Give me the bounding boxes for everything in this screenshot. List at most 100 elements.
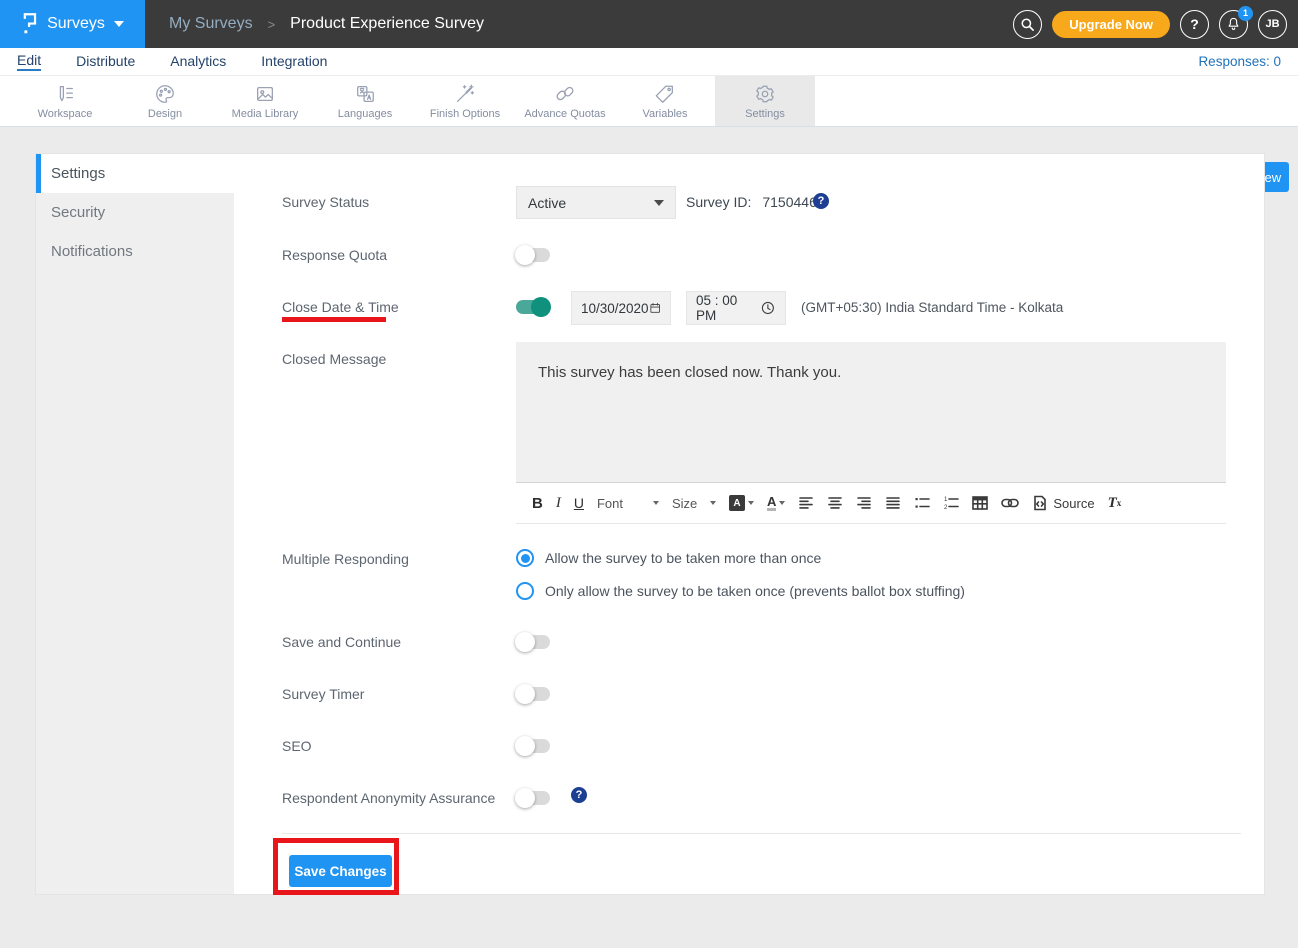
toggle-knob	[531, 297, 551, 317]
image-icon	[254, 83, 276, 105]
save-changes-button[interactable]: Save Changes	[289, 855, 392, 887]
save-and-continue-label: Save and Continue	[282, 634, 401, 650]
toggle-knob	[515, 632, 535, 652]
tab-distribute[interactable]: Distribute	[76, 53, 135, 70]
numbered-list-button[interactable]: 12	[943, 495, 959, 511]
radio-unselected-icon	[516, 582, 534, 600]
rich-text-toolbar: B I U Font Size A A 12 Source Tx	[516, 482, 1226, 524]
radio-option-once-only[interactable]: Only allow the survey to be taken once (…	[516, 582, 965, 600]
toggle-knob	[515, 788, 535, 808]
radio-selected-icon	[516, 549, 534, 567]
tool-workspace[interactable]: Workspace	[15, 76, 115, 126]
response-quota-toggle[interactable]	[516, 248, 550, 262]
questionpro-logo-icon	[21, 11, 38, 37]
notification-badge: 1	[1238, 6, 1253, 21]
close-date-time-toggle[interactable]	[516, 300, 550, 314]
survey-id-label: Survey ID:	[686, 194, 751, 210]
closed-message-editor: This survey has been closed now. Thank y…	[516, 342, 1226, 524]
close-time-field[interactable]: 05 : 00 PM	[686, 291, 786, 325]
respondent-anonymity-help-icon[interactable]: ?	[571, 787, 587, 803]
underline-button[interactable]: U	[574, 495, 584, 511]
clock-icon	[760, 300, 776, 316]
tool-variables[interactable]: Variables	[615, 76, 715, 126]
link-icon	[1001, 498, 1019, 508]
svg-text:1: 1	[944, 497, 948, 503]
search-icon	[1020, 17, 1035, 32]
survey-id-value: 7150446	[762, 194, 817, 210]
survey-id-help-icon[interactable]: ?	[813, 193, 829, 209]
chevron-down-icon	[779, 501, 785, 505]
size-dropdown[interactable]: Size	[672, 496, 716, 511]
tool-languages[interactable]: Languages	[315, 76, 415, 126]
avatar-initials: JB	[1265, 18, 1279, 30]
seo-toggle[interactable]	[516, 739, 550, 753]
italic-button[interactable]: I	[556, 495, 561, 512]
survey-timer-label: Survey Timer	[282, 686, 364, 702]
close-date-value: 10/30/2020	[581, 301, 649, 316]
align-right-button[interactable]	[856, 495, 872, 511]
align-left-button[interactable]	[798, 495, 814, 511]
tab-integration[interactable]: Integration	[261, 53, 327, 70]
bullet-list-button[interactable]	[914, 495, 930, 511]
survey-timer-toggle[interactable]	[516, 687, 550, 701]
search-button[interactable]	[1013, 10, 1042, 39]
align-center-button[interactable]	[827, 495, 843, 511]
insert-link-button[interactable]	[1001, 498, 1019, 508]
source-button[interactable]: Source	[1032, 495, 1094, 511]
settings-sidebar: Settings Security Notifications	[36, 154, 234, 894]
text-color-button[interactable]: A	[767, 495, 785, 512]
align-center-icon	[827, 495, 843, 511]
sidebar-item-security[interactable]: Security	[36, 193, 234, 232]
respondent-anonymity-toggle[interactable]	[516, 791, 550, 805]
survey-status-label: Survey Status	[282, 194, 369, 210]
radio-option-multiple-allowed[interactable]: Allow the survey to be taken more than o…	[516, 549, 821, 567]
notifications-button[interactable]: 1	[1219, 10, 1248, 39]
question-mark-icon: ?	[1190, 16, 1199, 32]
product-switcher[interactable]: Surveys	[0, 0, 145, 48]
align-right-icon	[856, 495, 872, 511]
table-icon	[972, 495, 988, 511]
form-divider	[282, 833, 1241, 834]
chain-links-icon	[554, 83, 576, 105]
tab-edit[interactable]: Edit	[17, 52, 41, 71]
tool-advance-quotas[interactable]: Advance Quotas	[515, 76, 615, 126]
sidebar-item-settings[interactable]: Settings	[36, 154, 234, 193]
bold-button[interactable]: B	[532, 495, 543, 512]
calendar-icon	[649, 300, 661, 316]
tool-design[interactable]: Design	[115, 76, 215, 126]
chevron-down-icon	[653, 501, 659, 505]
close-date-time-label: Close Date & Time	[282, 299, 399, 315]
multiple-responding-label: Multiple Responding	[282, 551, 409, 567]
sidebar-item-notifications[interactable]: Notifications	[36, 232, 234, 271]
tool-strip: Workspace Design Media Library Languages…	[0, 76, 1298, 127]
justify-button[interactable]	[885, 495, 901, 511]
save-and-continue-toggle[interactable]	[516, 635, 550, 649]
palette-icon	[154, 83, 176, 105]
closed-message-textarea[interactable]: This survey has been closed now. Thank y…	[516, 342, 1226, 482]
tool-finish-options[interactable]: Finish Options	[415, 76, 515, 126]
background-color-button[interactable]: A	[729, 495, 754, 511]
svg-text:2: 2	[944, 505, 948, 511]
app-screen: Surveys My Surveys > Product Experience …	[0, 0, 1298, 948]
font-dropdown[interactable]: Font	[597, 496, 659, 511]
breadcrumb-my-surveys[interactable]: My Surveys	[169, 15, 253, 33]
justify-icon	[885, 495, 901, 511]
tool-media-library[interactable]: Media Library	[215, 76, 315, 126]
remove-format-button[interactable]: Tx	[1108, 495, 1122, 512]
tool-settings[interactable]: Settings	[715, 76, 815, 126]
translate-icon	[354, 83, 376, 105]
tab-analytics[interactable]: Analytics	[170, 53, 226, 70]
avatar[interactable]: JB	[1258, 10, 1287, 39]
bullet-list-icon	[914, 495, 930, 511]
upgrade-now-button[interactable]: Upgrade Now	[1052, 11, 1170, 38]
save-changes-annotation-box: Save Changes	[273, 838, 399, 895]
product-label: Surveys	[47, 15, 105, 33]
respondent-anonymity-label: Respondent Anonymity Assurance	[282, 790, 495, 806]
help-button[interactable]: ?	[1180, 10, 1209, 39]
top-bar: Surveys My Surveys > Product Experience …	[0, 0, 1298, 48]
close-date-field[interactable]: 10/30/2020	[571, 291, 671, 325]
survey-status-select[interactable]: Active	[516, 186, 676, 219]
insert-table-button[interactable]	[972, 495, 988, 511]
toggle-knob	[515, 684, 535, 704]
align-left-icon	[798, 495, 814, 511]
